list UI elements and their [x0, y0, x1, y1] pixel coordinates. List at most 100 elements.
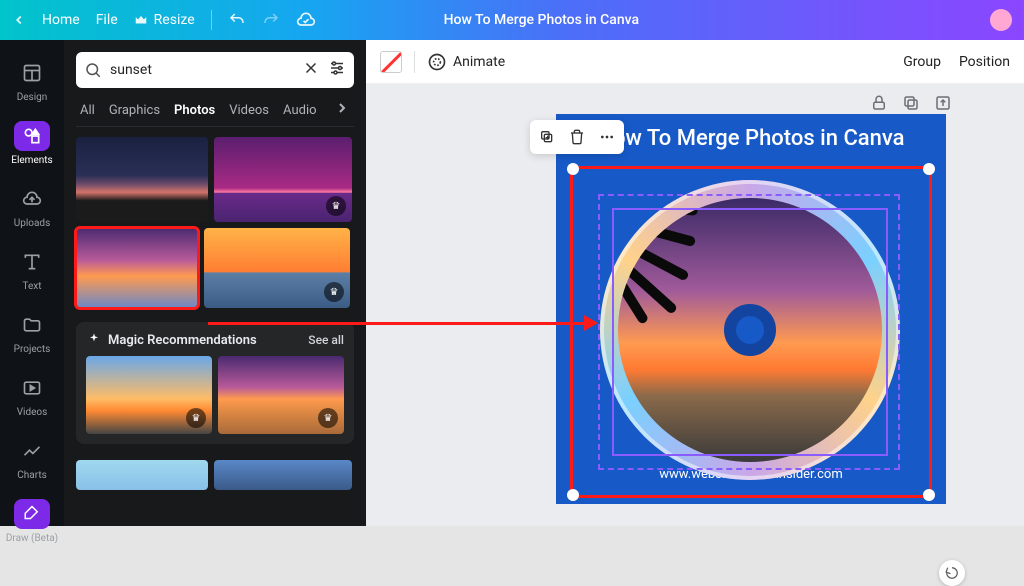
pen-icon: [23, 505, 41, 523]
rail-uploads[interactable]: Uploads: [0, 174, 64, 237]
rail-elements[interactable]: Elements: [0, 111, 64, 174]
rail-projects-label: Projects: [14, 344, 51, 355]
magic-title: Magic Recommendations: [108, 333, 257, 348]
rail-design[interactable]: Design: [0, 48, 64, 111]
tutorial-arrow: [208, 322, 596, 325]
rail-text-label: Text: [22, 281, 41, 292]
left-rail: Design Elements Uploads Text Projects Vi…: [0, 40, 64, 526]
file-menu[interactable]: File: [96, 12, 118, 28]
tab-photos[interactable]: Photos: [174, 103, 215, 118]
category-tabs: All Graphics Photos Videos Audio: [76, 98, 354, 127]
resize-button[interactable]: Resize: [134, 12, 195, 28]
redo-icon: [262, 11, 280, 29]
selection-box[interactable]: [570, 166, 932, 498]
redo-button[interactable]: [262, 11, 280, 29]
rail-videos[interactable]: Videos: [0, 363, 64, 426]
resize-handle-br[interactable]: [923, 489, 935, 501]
elements-panel: All Graphics Photos Videos Audio ♛ ♛ Mag…: [64, 40, 366, 526]
animate-icon: [427, 52, 447, 72]
back-button[interactable]: [12, 13, 26, 27]
premium-badge: ♛: [324, 282, 344, 302]
position-button[interactable]: Position: [959, 54, 1010, 70]
rail-design-label: Design: [17, 92, 48, 103]
upload-icon: [934, 94, 952, 112]
search-icon: [84, 61, 102, 79]
tabs-scroll-right[interactable]: [334, 100, 350, 120]
sparkle-icon: [86, 332, 102, 348]
copy-icon: [902, 94, 920, 112]
duplicate-element-button[interactable]: [534, 124, 560, 150]
premium-badge: ♛: [186, 408, 206, 428]
chart-icon: [22, 441, 42, 461]
cloud-check-icon: [296, 10, 316, 30]
cloud-sync-button[interactable]: [296, 10, 316, 30]
magic-recommendations: Magic Recommendations See all ♛ ♛: [76, 322, 354, 444]
chevron-right-icon: [334, 100, 350, 116]
search-filters-button[interactable]: [328, 59, 346, 81]
undo-button[interactable]: [228, 11, 246, 29]
cloud-upload-icon: [22, 189, 42, 209]
tab-all[interactable]: All: [80, 103, 95, 118]
search-input[interactable]: [110, 62, 294, 78]
tab-graphics[interactable]: Graphics: [109, 103, 160, 118]
resize-handle-bl[interactable]: [567, 489, 579, 501]
photo-thumb-selected[interactable]: [76, 228, 198, 308]
resize-handle-tl[interactable]: [567, 163, 579, 175]
rail-projects[interactable]: Projects: [0, 300, 64, 363]
rail-elements-label: Elements: [11, 155, 52, 166]
premium-badge: ♛: [326, 196, 346, 216]
magic-see-all[interactable]: See all: [308, 333, 344, 347]
canvas-tools: [870, 94, 952, 116]
user-avatar[interactable]: [990, 9, 1012, 31]
color-none-swatch[interactable]: [380, 51, 402, 73]
photo-thumb[interactable]: [76, 137, 208, 222]
rail-draw-label: Draw (Beta): [6, 533, 58, 544]
photo-thumb[interactable]: ♛: [204, 228, 350, 308]
group-button[interactable]: Group: [903, 54, 941, 70]
premium-badge: ♛: [318, 408, 338, 428]
photo-thumb[interactable]: ♛: [214, 137, 352, 222]
resize-handle-tr[interactable]: [923, 163, 935, 175]
rail-charts[interactable]: Charts: [0, 426, 64, 489]
duplicate-icon: [539, 129, 555, 145]
photo-thumb[interactable]: [76, 460, 208, 490]
more-element-button[interactable]: [594, 124, 620, 150]
rail-draw[interactable]: Draw (Beta): [0, 489, 64, 552]
rail-videos-label: Videos: [17, 407, 48, 418]
delete-element-button[interactable]: [564, 124, 590, 150]
photo-thumb[interactable]: ♛: [86, 356, 212, 434]
tab-audio[interactable]: Audio: [283, 103, 316, 118]
rotate-icon: [945, 566, 959, 580]
rotate-handle[interactable]: [939, 560, 965, 586]
photo-thumb[interactable]: [214, 460, 352, 490]
folder-icon: [22, 315, 42, 335]
export-button[interactable]: [934, 94, 952, 116]
top-bar: Home File Resize How To Merge Photos in …: [0, 0, 1024, 40]
rail-text[interactable]: Text: [0, 237, 64, 300]
shapes-icon: [22, 126, 42, 146]
lock-button[interactable]: [870, 94, 888, 116]
layout-icon: [22, 63, 42, 83]
video-icon: [22, 378, 42, 398]
canvas-area: How To Merge Photos in Canva www.website…: [366, 84, 1024, 526]
document-title[interactable]: How To Merge Photos in Canva: [444, 12, 639, 28]
rail-uploads-label: Uploads: [14, 218, 50, 229]
tab-videos[interactable]: Videos: [229, 103, 269, 118]
resize-label: Resize: [154, 12, 195, 28]
chevron-left-icon: [12, 13, 26, 27]
element-toolbar: [530, 120, 624, 154]
undo-icon: [228, 11, 246, 29]
text-icon: [22, 252, 42, 272]
duplicate-button[interactable]: [902, 94, 920, 116]
clear-search-button[interactable]: [302, 59, 320, 81]
home-button[interactable]: Home: [42, 12, 80, 28]
lock-icon: [870, 94, 888, 112]
photos-grid: ♛ ♛: [76, 137, 354, 308]
photo-thumb[interactable]: ♛: [218, 356, 344, 434]
trash-icon: [569, 129, 585, 145]
animate-label: Animate: [453, 54, 505, 70]
sliders-icon: [328, 59, 346, 77]
animate-button[interactable]: Animate: [427, 52, 505, 72]
more-icon: [599, 129, 615, 145]
rail-charts-label: Charts: [17, 470, 47, 481]
